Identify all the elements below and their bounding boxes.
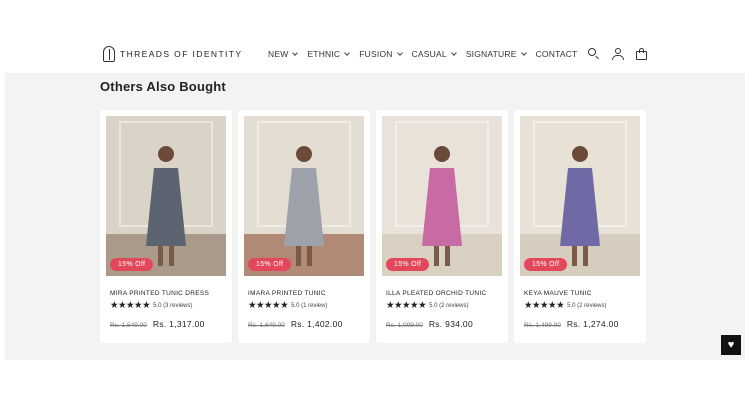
product-rating: ★★★★★ 5.0 (2 reviews)	[524, 300, 606, 311]
nav-item-ethnic[interactable]: ETHNIC	[307, 49, 351, 59]
sale-price: Rs. 934.00	[428, 319, 473, 329]
product-card[interactable]: 15% Off ILLA PLEATED ORCHID TUNIC ★★★★★ …	[376, 110, 508, 343]
chevron-down-icon	[396, 50, 403, 56]
nav-label: CONTACT	[535, 49, 578, 59]
sale-price: Rs. 1,402.00	[290, 319, 343, 329]
nav-label: ETHNIC	[307, 49, 341, 59]
star-rating-icon: ★★★★★	[524, 300, 565, 311]
star-rating-icon: ★★★★★	[248, 300, 289, 311]
product-image[interactable]: 15% Off	[106, 116, 226, 276]
product-card[interactable]: 15% Off MIRA PRINTED TUNIC DRESS ★★★★★ 5…	[100, 110, 232, 343]
page: THREADS OF IDENTITY NEW ETHNIC FUSION CA…	[0, 0, 750, 400]
cart-icon[interactable]	[636, 48, 648, 60]
nav-item-fusion[interactable]: FUSION	[359, 49, 403, 59]
account-icon[interactable]	[612, 48, 624, 60]
price-row: Rs. 1,099.00 Rs. 934.00	[386, 319, 473, 329]
rating-text: 5.0 (2 reviews)	[429, 302, 469, 309]
heart-icon: ♥	[727, 338, 735, 351]
nav-item-casual[interactable]: CASUAL	[411, 49, 457, 59]
star-rating-icon: ★★★★★	[110, 300, 151, 311]
product-rating: ★★★★★ 5.0 (1 review)	[248, 300, 327, 311]
product-photo	[106, 116, 226, 276]
original-price: Rs. 1,549.00	[110, 322, 147, 329]
product-image[interactable]: 15% Off	[244, 116, 364, 276]
main-nav: NEW ETHNIC FUSION CASUAL SIGNATURE CONTA…	[268, 49, 587, 59]
product-title[interactable]: IMARA PRINTED TUNIC	[248, 290, 326, 297]
price-row: Rs. 1,549.00 Rs. 1,317.00	[110, 319, 205, 329]
header-actions	[588, 48, 648, 60]
wishlist-button[interactable]: ♥	[721, 335, 741, 355]
product-card[interactable]: 15% Off IMARA PRINTED TUNIC ★★★★★ 5.0 (1…	[238, 110, 370, 343]
product-photo	[244, 116, 364, 276]
nav-label: NEW	[268, 49, 289, 59]
chevron-down-icon	[450, 50, 457, 56]
product-photo	[520, 116, 640, 276]
discount-badge: 15% Off	[110, 258, 154, 271]
rating-text: 5.0 (3 reviews)	[153, 302, 193, 309]
related-products-section: Others Also Bought 15% Off MIRA PRINTED …	[5, 73, 745, 360]
chevron-down-icon	[344, 50, 351, 56]
sale-price: Rs. 1,317.00	[152, 319, 205, 329]
product-title[interactable]: MIRA PRINTED TUNIC DRESS	[110, 290, 209, 297]
brand-name: THREADS OF IDENTITY	[120, 49, 243, 59]
sale-price: Rs. 1,274.00	[566, 319, 619, 329]
product-title[interactable]: ILLA PLEATED ORCHID TUNIC	[386, 290, 486, 297]
site-header: THREADS OF IDENTITY NEW ETHNIC FUSION CA…	[0, 38, 750, 72]
nav-label: SIGNATURE	[465, 49, 517, 59]
price-row: Rs. 1,499.00 Rs. 1,274.00	[524, 319, 619, 329]
nav-label: FUSION	[359, 49, 393, 59]
nav-item-signature[interactable]: SIGNATURE	[465, 49, 527, 59]
product-grid: 15% Off MIRA PRINTED TUNIC DRESS ★★★★★ 5…	[100, 110, 646, 343]
section-title: Others Also Bought	[100, 79, 226, 94]
rating-text: 5.0 (2 reviews)	[567, 302, 607, 309]
product-rating: ★★★★★ 5.0 (3 reviews)	[110, 300, 192, 311]
nav-item-new[interactable]: NEW	[268, 49, 299, 59]
discount-badge: 15% Off	[248, 258, 292, 271]
chevron-down-icon	[520, 50, 527, 56]
product-card[interactable]: 15% Off KEYA MAUVE TUNIC ★★★★★ 5.0 (2 re…	[514, 110, 646, 343]
product-rating: ★★★★★ 5.0 (2 reviews)	[386, 300, 468, 311]
product-photo	[382, 116, 502, 276]
price-row: Rs. 1,649.00 Rs. 1,402.00	[248, 319, 343, 329]
original-price: Rs. 1,099.00	[386, 322, 423, 329]
rating-text: 5.0 (1 review)	[291, 302, 328, 309]
chevron-down-icon	[292, 50, 299, 56]
search-icon[interactable]	[588, 48, 600, 60]
original-price: Rs. 1,649.00	[248, 322, 285, 329]
nav-label: CASUAL	[411, 49, 447, 59]
product-image[interactable]: 15% Off	[520, 116, 640, 276]
discount-badge: 15% Off	[524, 258, 568, 271]
star-rating-icon: ★★★★★	[386, 300, 427, 311]
original-price: Rs. 1,499.00	[524, 322, 561, 329]
discount-badge: 15% Off	[386, 258, 430, 271]
product-image[interactable]: 15% Off	[382, 116, 502, 276]
logo-mark-icon	[103, 46, 115, 62]
brand-logo[interactable]: THREADS OF IDENTITY	[103, 46, 242, 62]
nav-item-contact[interactable]: CONTACT	[536, 49, 578, 59]
product-title[interactable]: KEYA MAUVE TUNIC	[524, 290, 592, 297]
